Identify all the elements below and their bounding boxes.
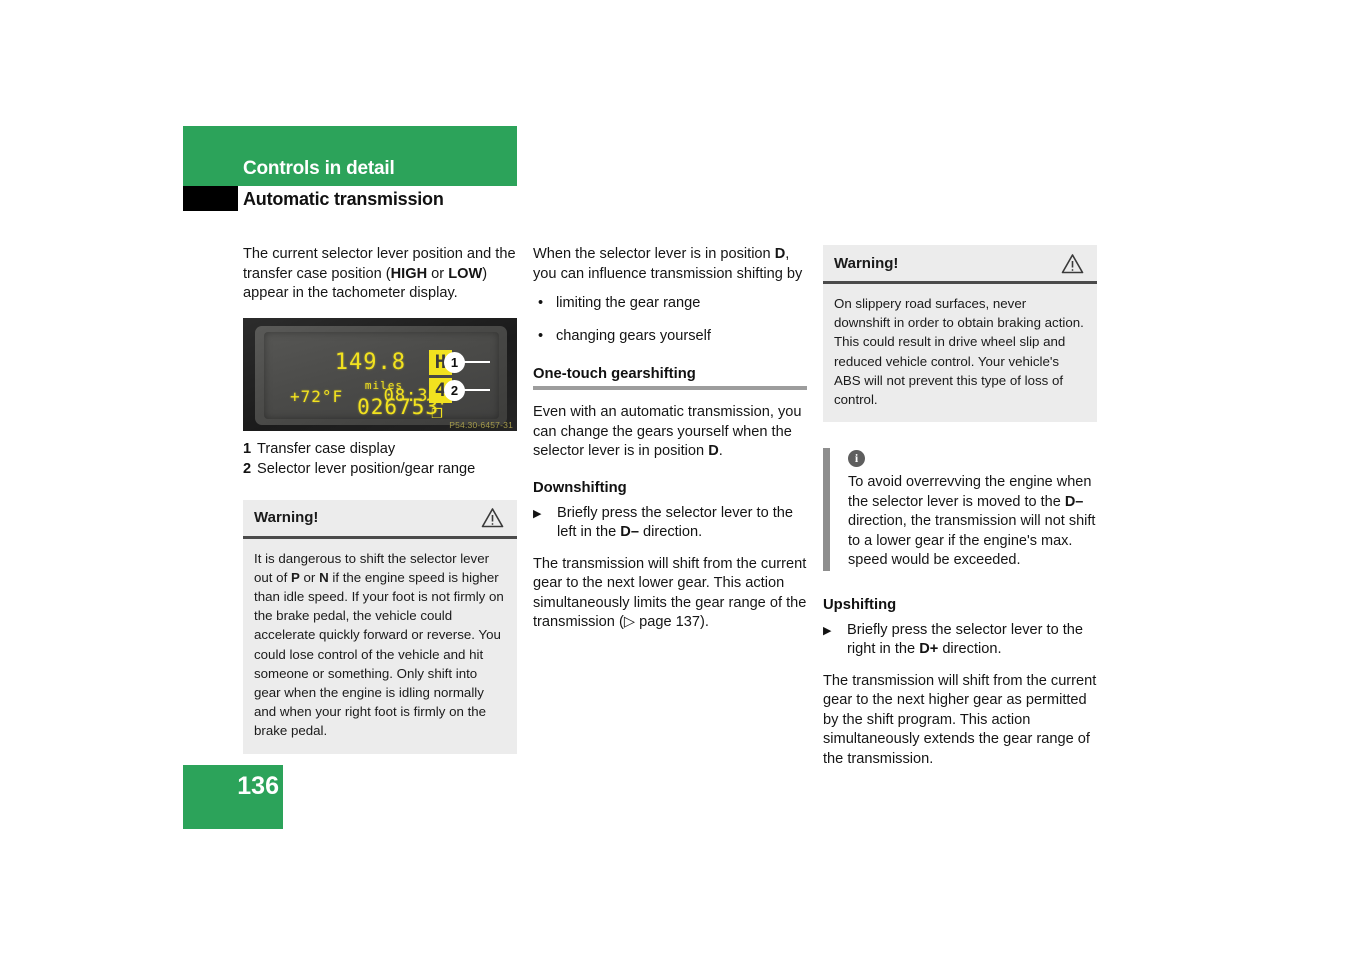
- warning-box-column-one: Warning! It is dangerous to shift the se…: [243, 499, 517, 754]
- intro-paragraph: The current selector lever position and …: [243, 245, 517, 304]
- warning-header: Warning!: [823, 245, 1097, 284]
- chapter-title: Controls in detail: [243, 158, 395, 179]
- warning-triangle-icon: [1061, 253, 1084, 274]
- legend-number: 2: [243, 461, 252, 477]
- upshift-step-part2: direction.: [938, 641, 1002, 658]
- col2-intro-part1: When the selector lever is in position: [533, 246, 775, 262]
- note-accent-bar: [823, 448, 830, 571]
- downshift-step-part2: direction.: [638, 524, 703, 540]
- note-text-part2: direction, the transmission will not shi…: [848, 513, 1096, 569]
- column-three: Warning! On slippery road surfaces, neve…: [823, 245, 1097, 783]
- warning-text-part2: or: [299, 569, 320, 585]
- figure-legend-item: 1 Transfer case display: [243, 440, 517, 460]
- column-one: The current selector lever position and …: [243, 245, 517, 754]
- note-text: To avoid overrevving the engine when the…: [848, 473, 1097, 571]
- warning-title: Warning!: [834, 254, 899, 272]
- figure-reference-code: P54.30-6457-31: [449, 419, 513, 430]
- warning-bold-p: P: [290, 569, 300, 585]
- legend-label: Selector lever position/gear range: [257, 461, 476, 477]
- legend-number: 1: [243, 440, 252, 457]
- upshift-step-item: ▶ Briefly press the selector lever to th…: [823, 621, 1097, 660]
- bullet-label: limiting the gear range: [556, 295, 701, 311]
- bullet-list-item: • changing gears yourself: [533, 327, 807, 347]
- section-marker-block: [183, 186, 238, 211]
- warning-triangle-icon: [481, 507, 504, 528]
- triangle-right-icon: ▶: [823, 624, 832, 637]
- warning-box-column-three: Warning! On slippery road surfaces, neve…: [823, 245, 1097, 423]
- callout-leader-line-2: [464, 388, 490, 391]
- bullet-list-item: • limiting the gear range: [533, 294, 807, 314]
- note-box: i To avoid overrevving the engine when t…: [823, 448, 1097, 571]
- bullet-icon: •: [538, 327, 544, 344]
- warning-bold-n: N: [319, 569, 329, 585]
- door-open-icon: ❐: [431, 406, 443, 422]
- upshift-result-paragraph: The transmission will shift from the cur…: [823, 672, 1097, 767]
- bullet-icon: •: [538, 295, 544, 311]
- upshift-step-text: Briefly press the selector lever to the …: [847, 621, 1097, 660]
- bullet-label: changing gears yourself: [556, 327, 711, 344]
- onetouch-part1: Even with an automatic transmission, you…: [533, 404, 802, 459]
- note-text-part1: To avoid overrevving the engine when the…: [848, 474, 1092, 510]
- selector-position-paragraph: When the selector lever is in position D…: [533, 245, 807, 284]
- intro-text-part2: or: [427, 265, 449, 282]
- intro-bold-high: HIGH: [390, 265, 428, 282]
- legend-label: Transfer case display: [257, 440, 396, 457]
- figure-legend-item: 2 Selector lever position/gear range: [243, 460, 517, 480]
- instrument-cluster-figure: 149.8 miles 026753 +72°F 08:30p H 4 ❐ 1 …: [243, 317, 517, 431]
- warning-text-part3: if the engine speed is higher than idle …: [254, 569, 504, 739]
- onetouch-bold-d: D: [708, 443, 719, 459]
- note-content: i To avoid overrevving the engine when t…: [830, 448, 1097, 571]
- subheading-downshifting: Downshifting: [533, 479, 627, 496]
- callout-marker-1: 1: [444, 351, 465, 373]
- callout-marker-2: 2: [444, 379, 465, 401]
- subheading-one-touch-gearshifting: One-touch gearshifting: [533, 366, 696, 382]
- page-reference-icon: ▷: [623, 614, 636, 630]
- note-bold-dminus: D–: [1064, 493, 1084, 510]
- downshift-result-part2: page 137).: [635, 614, 709, 630]
- downshift-step-item: ▶ Briefly press the selector lever to th…: [533, 504, 807, 543]
- upshift-step-bold: D+: [919, 641, 939, 658]
- cluster-lcd-screen: 149.8 miles 026753 +72°F 08:30p H 4 ❐ 1 …: [264, 331, 499, 422]
- onetouch-part2: .: [718, 443, 723, 459]
- warning-header: Warning!: [243, 499, 517, 539]
- intro-bold-low: LOW: [448, 265, 483, 282]
- subheading-rule: [533, 386, 807, 390]
- page-number: 136: [237, 772, 279, 800]
- info-icon: i: [848, 450, 865, 468]
- warning-body: It is dangerous to shift the selector le…: [243, 538, 517, 754]
- lcd-speed-value: 149.8: [334, 349, 406, 375]
- subheading-upshifting: Upshifting: [823, 596, 897, 613]
- col2-intro-bold-d: D: [774, 246, 786, 262]
- downshift-result-paragraph: The transmission will shift from the cur…: [533, 555, 807, 633]
- column-two: When the selector lever is in position D…: [533, 245, 807, 647]
- downshift-step-bold: D–: [620, 524, 639, 540]
- warning-title: Warning!: [254, 509, 319, 526]
- one-touch-paragraph: Even with an automatic transmission, you…: [533, 403, 807, 462]
- warning-body: On slippery road surfaces, never downshi…: [823, 284, 1097, 423]
- callout-leader-line-1: [464, 360, 490, 363]
- section-title: Automatic transmission: [243, 189, 444, 209]
- lcd-temperature-value: +72°F: [290, 386, 344, 406]
- downshift-step-text: Briefly press the selector lever to the …: [557, 504, 807, 543]
- triangle-right-icon: ▶: [533, 507, 542, 520]
